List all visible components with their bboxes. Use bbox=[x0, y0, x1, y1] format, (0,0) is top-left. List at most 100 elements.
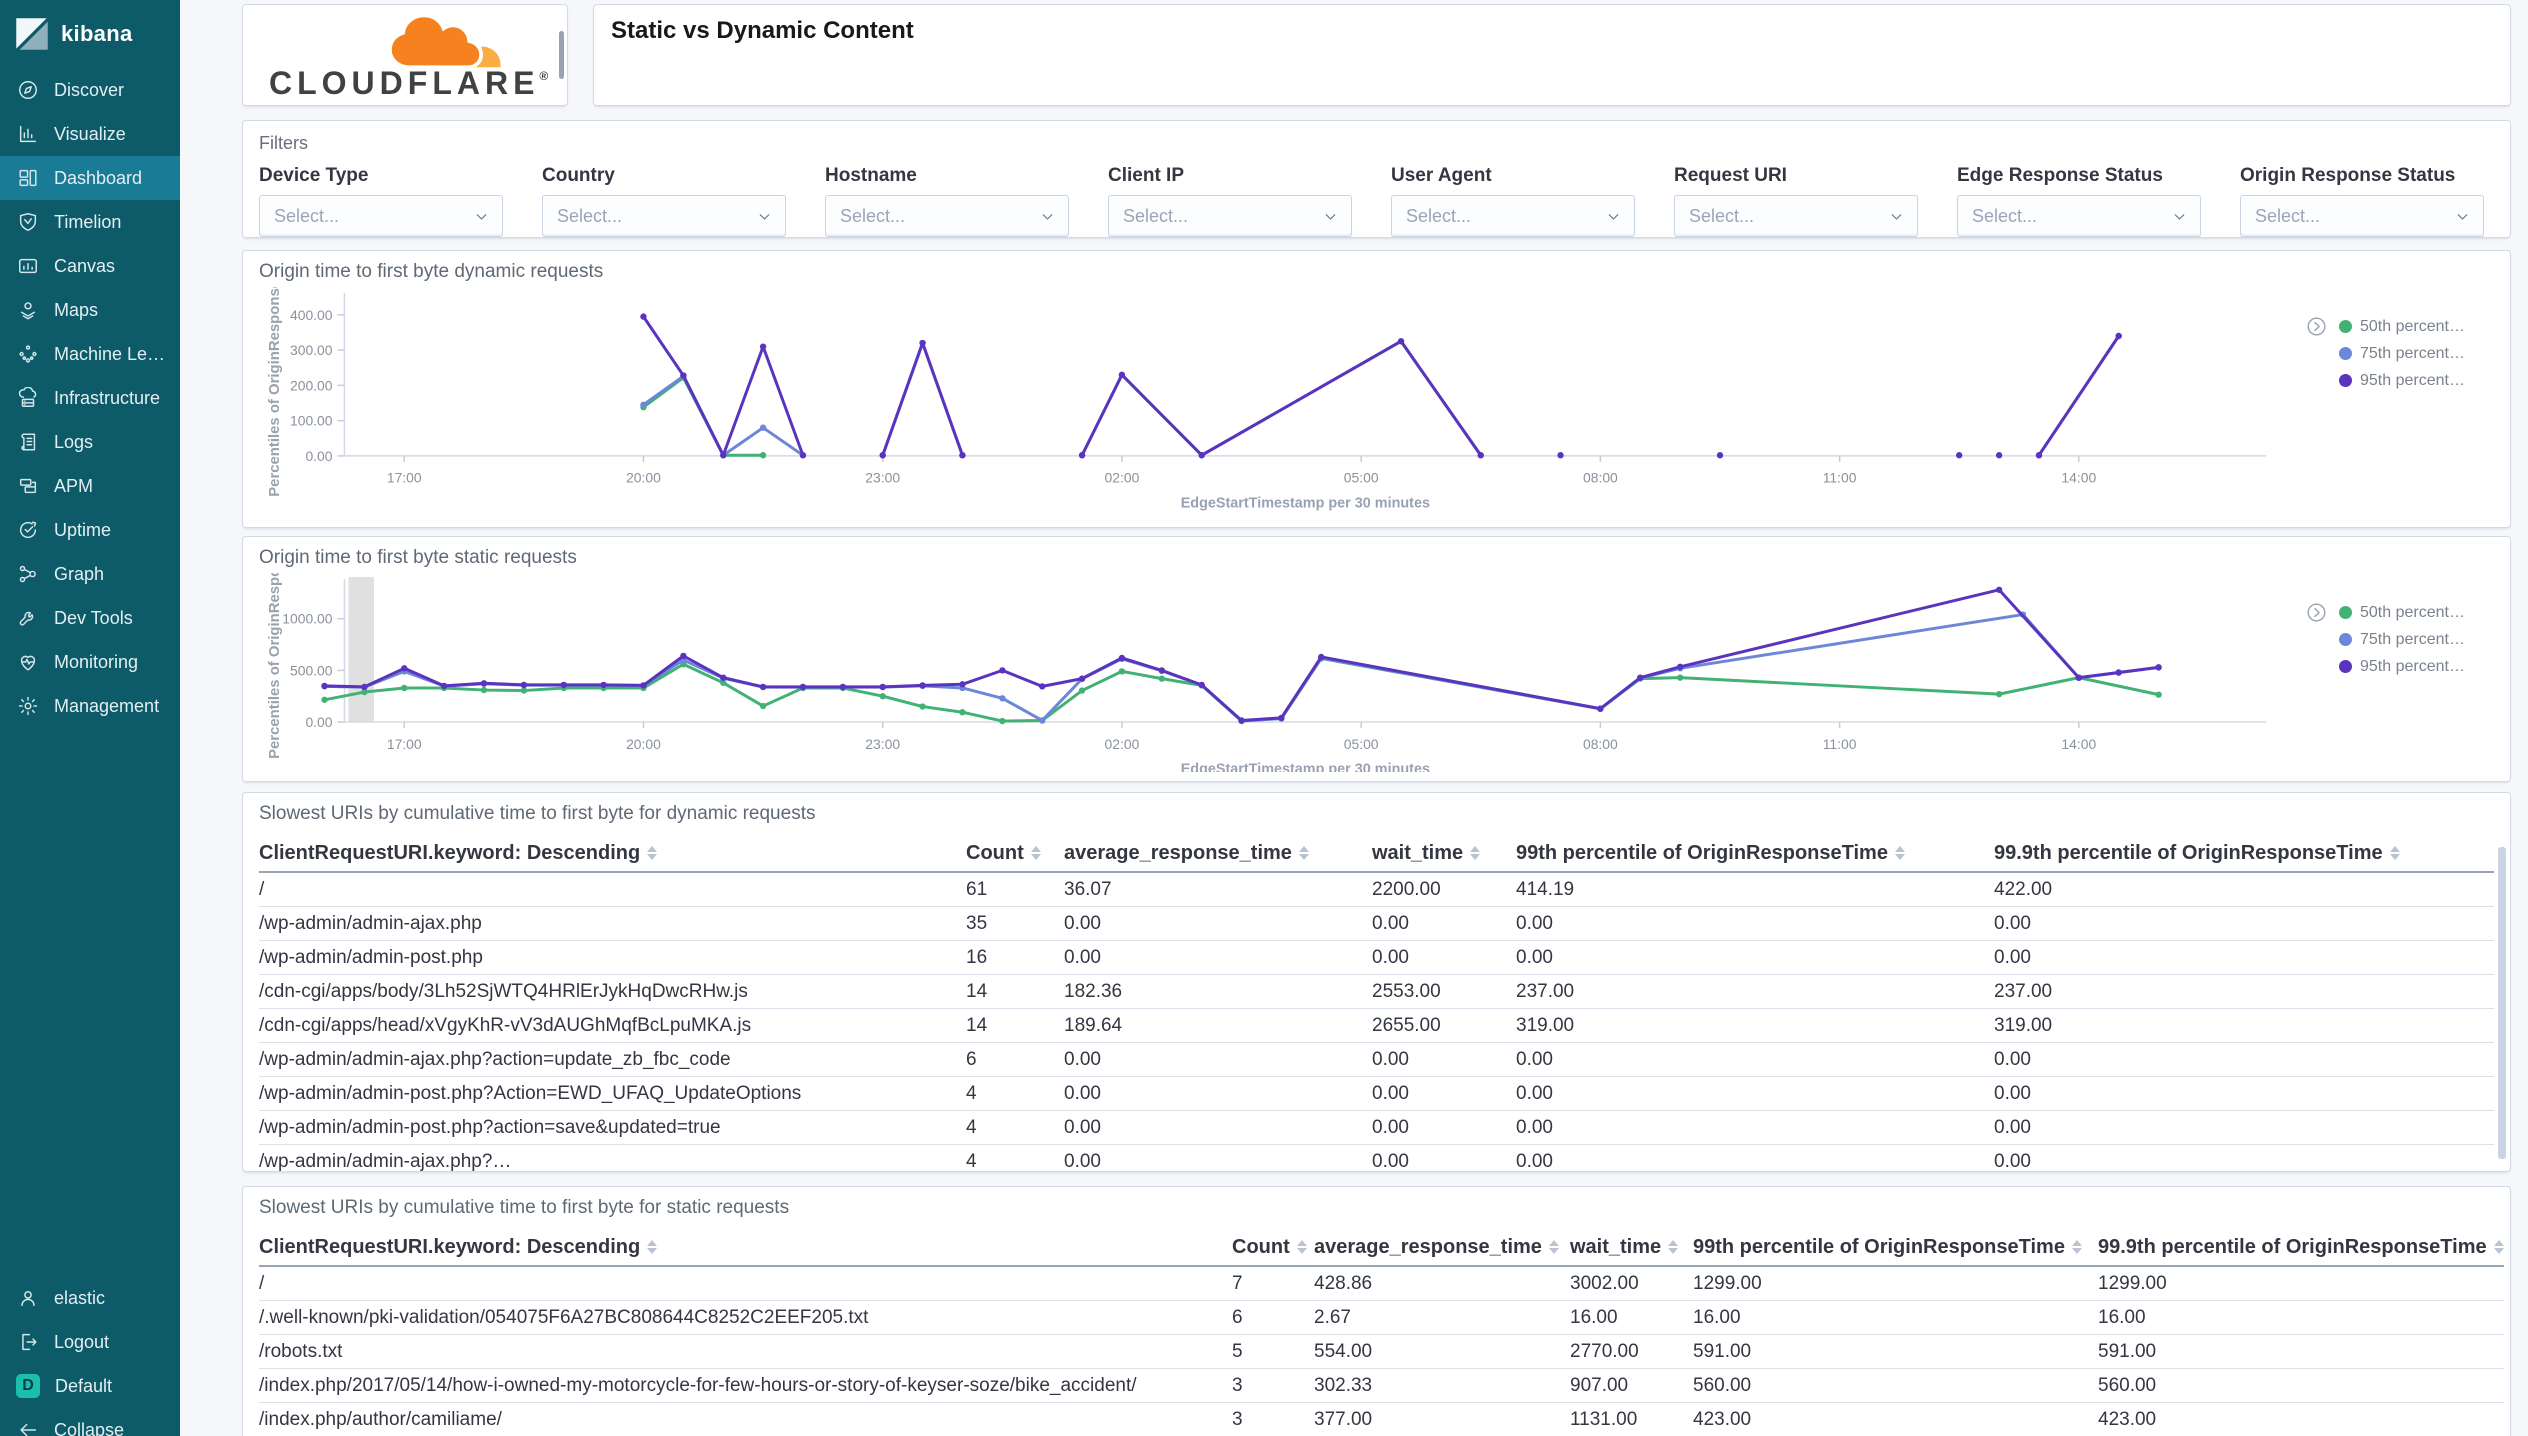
table-cell-value: 16.00 bbox=[1570, 1301, 1693, 1335]
sidebar-item-logs[interactable]: Logs bbox=[0, 420, 180, 464]
filter-select-device-type[interactable]: Select... bbox=[259, 195, 503, 237]
table-cell-value: 2200.00 bbox=[1372, 873, 1516, 907]
column-header-99th-percentile-of-originresponsetime[interactable]: 99th percentile of OriginResponseTime bbox=[1516, 835, 1994, 873]
svg-text:0.00: 0.00 bbox=[305, 714, 332, 730]
kibana-logo[interactable]: kibana bbox=[0, 0, 180, 68]
sort-icon bbox=[1470, 846, 1481, 860]
markdown-panel-scrollbar[interactable] bbox=[559, 31, 564, 79]
column-header-99-9th-percentile-of-originresponsetime[interactable]: 99.9th percentile of OriginResponseTime bbox=[2098, 1229, 2504, 1267]
management-icon bbox=[17, 695, 39, 717]
sidebar-footer-collapse[interactable]: Collapse bbox=[0, 1408, 180, 1436]
table-cell-value: 560.00 bbox=[2098, 1369, 2504, 1403]
legend-spacer bbox=[2306, 370, 2331, 391]
sidebar-item-maps[interactable]: Maps bbox=[0, 288, 180, 332]
svg-text:200.00: 200.00 bbox=[290, 377, 333, 393]
cloudflare-cloud-icon bbox=[387, 13, 501, 70]
maps-icon bbox=[17, 299, 39, 321]
table-cell-uri: /robots.txt bbox=[259, 1335, 1232, 1369]
table-cell-value: 0.00 bbox=[1516, 907, 1994, 941]
sidebar-item-visualize[interactable]: Visualize bbox=[0, 112, 180, 156]
sidebar-footer-elastic[interactable]: elastic bbox=[0, 1276, 180, 1320]
filter-group-hostname: Hostname Select... bbox=[825, 165, 1069, 237]
table-cell-uri: /cdn-cgi/apps/body/3Lh52SjWTQ4HRlErJykHq… bbox=[259, 975, 966, 1009]
table-cell-value: 0.00 bbox=[1372, 907, 1516, 941]
column-header-99th-percentile-of-originresponsetime[interactable]: 99th percentile of OriginResponseTime bbox=[1693, 1229, 2098, 1267]
filter-select-hostname[interactable]: Select... bbox=[825, 195, 1069, 237]
sidebar: kibana Discover Visualize Dashboard Timelio… bbox=[0, 0, 180, 1436]
filter-group-user-agent: User Agent Select... bbox=[1391, 165, 1635, 237]
table-panel-static: Slowest URIs by cumulative time to first… bbox=[242, 1186, 2511, 1436]
sidebar-item-timelion[interactable]: Timelion bbox=[0, 200, 180, 244]
sidebar-item-infrastructure[interactable]: Infrastructure bbox=[0, 376, 180, 420]
table-cell-value: 1131.00 bbox=[1570, 1403, 1693, 1436]
table-cell-value: 377.00 bbox=[1314, 1403, 1570, 1436]
column-header-average-response-time[interactable]: average_response_time bbox=[1064, 835, 1372, 873]
sidebar-item-apm[interactable]: APM bbox=[0, 464, 180, 508]
legend-toggle-button[interactable] bbox=[2306, 316, 2331, 337]
filter-select-client-ip[interactable]: Select... bbox=[1108, 195, 1352, 237]
column-header-count[interactable]: Count bbox=[1232, 1229, 1314, 1267]
filter-select-request-uri[interactable]: Select... bbox=[1674, 195, 1918, 237]
sidebar-footer-default[interactable]: D Default bbox=[0, 1364, 180, 1408]
sidebar-item-dashboard-label: Dashboard bbox=[54, 167, 143, 188]
sidebar-item-maps-label: Maps bbox=[54, 299, 99, 320]
chevron-down-icon bbox=[1888, 208, 1905, 225]
table-cell-uri: /wp-admin/admin-post.php bbox=[259, 941, 966, 975]
sidebar-item-machine-le[interactable]: Machine Le… bbox=[0, 332, 180, 376]
legend-toggle-button[interactable] bbox=[2306, 602, 2331, 623]
svg-text:23:00: 23:00 bbox=[865, 736, 900, 752]
sidebar-item-dev-tools[interactable]: Dev Tools bbox=[0, 596, 180, 640]
legend-item-50th-percent[interactable]: 50th percent… bbox=[2306, 313, 2494, 340]
legend-item-95th-percent[interactable]: 95th percent… bbox=[2306, 367, 2494, 394]
sidebar-item-graph[interactable]: Graph bbox=[0, 552, 180, 596]
column-header-99-9th-percentile-of-originresponsetime[interactable]: 99.9th percentile of OriginResponseTime bbox=[1994, 835, 2494, 873]
infrastructure-icon bbox=[17, 387, 39, 409]
main-content: CLOUDFLARE® Static vs Dynamic Content Fi… bbox=[180, 0, 2528, 1436]
legend-item-95th-percent[interactable]: 95th percent… bbox=[2306, 653, 2494, 680]
table-title-dynamic: Slowest URIs by cumulative time to first… bbox=[259, 803, 816, 824]
legend-item-75th-percent[interactable]: 75th percent… bbox=[2306, 626, 2494, 653]
sidebar-item-uptime[interactable]: Uptime bbox=[0, 508, 180, 552]
legend-item-50th-percent[interactable]: 50th percent… bbox=[2306, 599, 2494, 626]
svg-text:100.00: 100.00 bbox=[290, 413, 333, 429]
sidebar-footer-logout[interactable]: Logout bbox=[0, 1320, 180, 1364]
svg-text:500.00: 500.00 bbox=[290, 662, 333, 678]
sidebar-item-management[interactable]: Management bbox=[0, 684, 180, 728]
svg-text:05:00: 05:00 bbox=[1344, 470, 1379, 486]
column-header-wait-time[interactable]: wait_time bbox=[1570, 1229, 1693, 1267]
table-cell-value: 16.00 bbox=[1693, 1301, 2098, 1335]
sort-icon bbox=[1296, 1240, 1307, 1254]
sidebar-item-monitoring[interactable]: Monitoring bbox=[0, 640, 180, 684]
column-header-average-response-time[interactable]: average_response_time bbox=[1314, 1229, 1570, 1267]
filter-select-edge-response-status[interactable]: Select... bbox=[1957, 195, 2201, 237]
chart-panel-dynamic: Origin time to first byte dynamic reques… bbox=[242, 250, 2511, 528]
table-cell-value: 2770.00 bbox=[1570, 1335, 1693, 1369]
filter-label-origin-response-status: Origin Response Status bbox=[2240, 165, 2456, 186]
table-cell-value: 189.64 bbox=[1064, 1009, 1372, 1043]
sort-icon bbox=[1668, 1240, 1679, 1254]
sidebar-item-discover[interactable]: Discover bbox=[0, 68, 180, 112]
table-cell-value: 2553.00 bbox=[1372, 975, 1516, 1009]
chevron-down-icon bbox=[1322, 208, 1339, 225]
sort-icon bbox=[647, 846, 658, 860]
filter-select-user-agent[interactable]: Select... bbox=[1391, 195, 1635, 237]
kibana-logo-icon bbox=[14, 16, 50, 52]
svg-text:08:00: 08:00 bbox=[1583, 470, 1618, 486]
table-scrollbar[interactable] bbox=[2498, 847, 2506, 1159]
filter-select-country[interactable]: Select... bbox=[542, 195, 786, 237]
sidebar-item-canvas[interactable]: Canvas bbox=[0, 244, 180, 288]
legend-item-75th-percent[interactable]: 75th percent… bbox=[2306, 340, 2494, 367]
column-header-clientrequesturi-keyword-descending[interactable]: ClientRequestURI.keyword: Descending bbox=[259, 835, 966, 873]
sidebar-footer: elastic Logout D Default Collapse bbox=[0, 1276, 180, 1436]
uptime-icon bbox=[17, 519, 39, 541]
table-cell-value: 560.00 bbox=[1693, 1369, 2098, 1403]
chart-title-dynamic: Origin time to first byte dynamic reques… bbox=[259, 261, 604, 282]
filter-select-origin-response-status[interactable]: Select... bbox=[2240, 195, 2484, 237]
logout-icon bbox=[17, 1331, 39, 1353]
table-cell-value: 423.00 bbox=[1693, 1403, 2098, 1436]
sidebar-item-dashboard[interactable]: Dashboard bbox=[0, 156, 180, 200]
column-header-clientrequesturi-keyword-descending[interactable]: ClientRequestURI.keyword: Descending bbox=[259, 1229, 1232, 1267]
column-header-wait-time[interactable]: wait_time bbox=[1372, 835, 1516, 873]
svg-text:EdgeStartTimestamp per 30 minu: EdgeStartTimestamp per 30 minutes bbox=[1181, 496, 1430, 512]
column-header-count[interactable]: Count bbox=[966, 835, 1064, 873]
